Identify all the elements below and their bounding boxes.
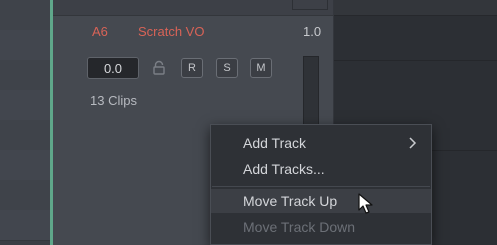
solo-button[interactable]: S (216, 58, 238, 78)
track-name-label[interactable]: Scratch VO (138, 24, 204, 39)
strip-row (0, 30, 50, 61)
menu-item-label: Move Track Down (243, 219, 356, 235)
strip-row (0, 180, 50, 211)
timeline-lane-divider (334, 60, 497, 61)
track-volume-label: 1.0 (303, 24, 322, 39)
strip-row (0, 90, 50, 121)
mute-button[interactable]: M (250, 58, 272, 78)
track-header-top-divider (53, 0, 333, 16)
menu-item-label: Move Track Up (243, 193, 338, 209)
left-ruler-strip (0, 0, 50, 245)
menu-item-move-track-down: Move Track Down (211, 215, 431, 239)
header-top-tab (292, 0, 328, 10)
strip-row (0, 0, 50, 31)
mouse-pointer-icon (358, 193, 373, 214)
track-context-menu: Add Track Add Tracks... Move Track Up Mo… (210, 124, 432, 245)
chevron-right-icon (409, 137, 417, 149)
strip-row (0, 60, 50, 91)
track-level-field[interactable]: 0.0 (87, 57, 139, 79)
menu-item-move-track-up[interactable]: Move Track Up (211, 189, 431, 213)
strip-row (0, 120, 50, 151)
menu-item-label: Add Tracks... (243, 161, 325, 177)
lock-icon[interactable] (151, 60, 167, 76)
strip-row (0, 150, 50, 181)
timeline-top-band (334, 0, 497, 16)
record-arm-button[interactable]: R (181, 58, 203, 78)
track-id-label[interactable]: A6 (92, 24, 108, 39)
menu-item-add-tracks[interactable]: Add Tracks... (211, 157, 431, 181)
menu-separator (212, 186, 430, 187)
clip-count-label: 13 Clips (90, 93, 137, 108)
strip-row (0, 210, 50, 241)
menu-item-add-track[interactable]: Add Track (211, 131, 431, 155)
menu-item-label: Add Track (243, 135, 307, 151)
